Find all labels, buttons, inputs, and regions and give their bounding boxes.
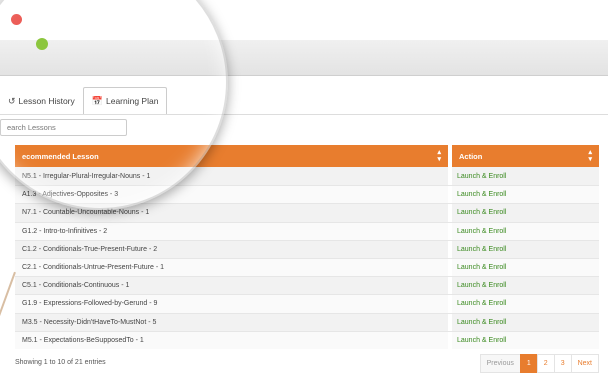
table-body: N5.1 - Irregular-Plural-Irregular-Nouns … bbox=[15, 167, 599, 349]
lesson-name-cell: N7.1 - Countable-Uncountable-Nouns - 1 bbox=[15, 204, 448, 222]
table-row: M5.1 - Expectations-BeSupposedTo - 1 Laun… bbox=[15, 330, 599, 349]
lesson-name-cell: C2.1 - Conditionals-Untrue-Present-Futur… bbox=[15, 258, 448, 277]
column-header-label: ecommended Lesson bbox=[22, 151, 99, 161]
lesson-name-cell: A1.3 - Adjectives-Opposites - 3 bbox=[15, 186, 448, 204]
lesson-name-cell: G1.9 - Expressions-Followed-by-Gerund - … bbox=[15, 295, 448, 313]
launch-enroll-link[interactable]: Launch & Enroll bbox=[452, 222, 599, 240]
magnifier-handle-decoration bbox=[0, 271, 16, 339]
tab-label: Lesson History bbox=[18, 96, 75, 106]
column-header-action[interactable]: Action ▴ ▾ bbox=[452, 145, 599, 167]
page-button-1[interactable]: 1 bbox=[519, 354, 538, 373]
launch-enroll-link[interactable]: Launch & Enroll bbox=[452, 313, 599, 331]
table-row: C5.1 - Conditionals-Continuous - 1 Launch… bbox=[15, 276, 599, 295]
next-page-button[interactable]: Next bbox=[570, 354, 599, 373]
sort-icon: ▴ ▾ bbox=[588, 149, 592, 163]
table-row: C1.2 - Conditionals-True-Present-Future … bbox=[15, 239, 599, 258]
launch-enroll-link[interactable]: Launch & Enroll bbox=[452, 204, 599, 222]
table-row: G1.9 - Expressions-Followed-by-Gerund - … bbox=[15, 294, 599, 313]
lesson-name-cell: M3.5 - Necessity-Didn'tHaveTo-MustNot - … bbox=[15, 313, 448, 331]
table-info: Showing 1 to 10 of 21 entries bbox=[15, 359, 106, 366]
launch-enroll-link[interactable]: Launch & Enroll bbox=[452, 277, 599, 295]
history-icon: ↺ bbox=[8, 95, 16, 106]
lesson-name-cell: C5.1 - Conditionals-Continuous - 1 bbox=[15, 277, 448, 295]
tab-bar: ↺ Lesson History 📅 Learning Plan bbox=[0, 87, 168, 115]
table-row: G1.2 - Intro-to-Infinitives - 2 Launch & … bbox=[15, 221, 599, 240]
table-row: N5.1 - Irregular-Plural-Irregular-Nouns … bbox=[15, 167, 599, 186]
calendar-icon: 📅 bbox=[91, 95, 103, 106]
launch-enroll-link[interactable]: Launch & Enroll bbox=[452, 258, 599, 277]
previous-page-button[interactable]: Previous bbox=[479, 354, 521, 373]
sort-icon: ▴ ▾ bbox=[437, 149, 441, 163]
tab-lesson-history[interactable]: ↺ Lesson History bbox=[0, 87, 83, 115]
lessons-table: ecommended Lesson ▴ ▾ Action ▴ ▾ N5.1 - Ir… bbox=[15, 145, 599, 349]
column-header-label: Action bbox=[459, 151, 483, 161]
page-button-2[interactable]: 2 bbox=[536, 354, 555, 373]
launch-enroll-link[interactable]: Launch & Enroll bbox=[452, 240, 599, 258]
tab-learning-plan[interactable]: 📅 Learning Plan bbox=[82, 87, 168, 115]
pagination: Previous 1 2 3 Next bbox=[479, 354, 599, 373]
search-input[interactable] bbox=[0, 119, 127, 136]
launch-enroll-link[interactable]: Launch & Enroll bbox=[452, 167, 599, 186]
table-header: ecommended Lesson ▴ ▾ Action ▴ ▾ bbox=[15, 145, 599, 167]
maximize-window-button[interactable] bbox=[36, 38, 48, 50]
table-row: C2.1 - Conditionals-Untrue-Present-Futur… bbox=[15, 257, 599, 277]
launch-enroll-link[interactable]: Launch & Enroll bbox=[452, 295, 599, 313]
page-button-3[interactable]: 3 bbox=[553, 354, 572, 373]
launch-enroll-link[interactable]: Launch & Enroll bbox=[452, 186, 599, 204]
lesson-name-cell: N5.1 - Irregular-Plural-Irregular-Nouns … bbox=[15, 167, 448, 186]
lesson-name-cell: C1.2 - Conditionals-True-Present-Future … bbox=[15, 240, 448, 258]
column-header-lesson[interactable]: ecommended Lesson ▴ ▾ bbox=[15, 145, 448, 167]
lesson-name-cell: M5.1 - Expectations-BeSupposedTo - 1 bbox=[15, 331, 448, 349]
tab-divider bbox=[0, 114, 608, 115]
window-titlebar bbox=[0, 40, 608, 76]
table-row: A1.3 - Adjectives-Opposites - 3 Launch & … bbox=[15, 185, 599, 204]
tab-label: Learning Plan bbox=[105, 96, 159, 106]
table-row: M3.5 - Necessity-Didn'tHaveTo-MustNot - … bbox=[15, 312, 599, 331]
table-row: N7.1 - Countable-Uncountable-Nouns - 1 La… bbox=[15, 203, 599, 222]
lesson-name-cell: G1.2 - Intro-to-Infinitives - 2 bbox=[15, 222, 448, 240]
close-window-button[interactable] bbox=[11, 14, 22, 25]
launch-enroll-link[interactable]: Launch & Enroll bbox=[452, 331, 599, 349]
